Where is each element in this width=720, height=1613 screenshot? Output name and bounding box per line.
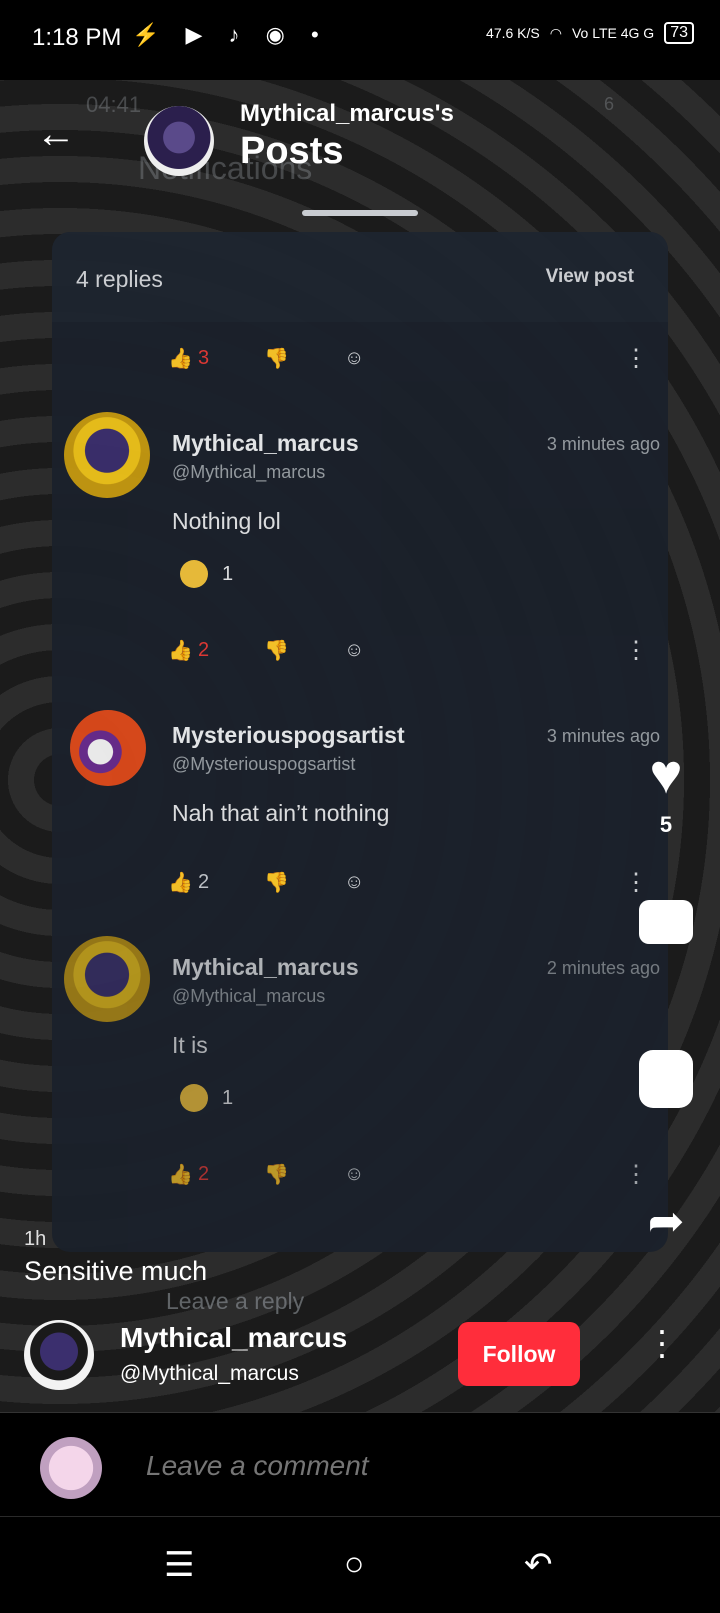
heart-icon[interactable]: ♥ — [636, 746, 696, 802]
replies-header: 4 replies View post — [52, 232, 668, 322]
ghost-badge: 6 — [604, 94, 615, 114]
comment-handle: @Mysteriouspogsartist — [172, 754, 356, 774]
back-icon[interactable]: ↶ — [524, 1545, 553, 1585]
avatar[interactable] — [24, 1320, 94, 1390]
notification-icons: ⚡ ▶ ♪ ◉ • — [132, 22, 329, 47]
back-arrow-icon[interactable]: ← — [36, 112, 76, 157]
wifi-icon: ◠ — [549, 24, 562, 41]
add-reaction-icon[interactable]: ☺ — [344, 639, 394, 662]
thumbs-up-icon[interactable]: 👍 — [168, 870, 198, 895]
avatar[interactable] — [144, 106, 214, 176]
more-vertical-icon[interactable]: · · · — [652, 1312, 672, 1372]
more-vertical-icon[interactable]: ⋮ — [624, 1160, 648, 1189]
upvote-count: 3 — [198, 346, 210, 369]
carrier-info: Vo LTE 4G G — [571, 25, 655, 41]
comment-handle: @Mythical_marcus — [172, 462, 326, 482]
avatar[interactable] — [64, 412, 150, 498]
status-right: 47.6 K/S ◠ Vo LTE 4G G 73 — [486, 22, 694, 44]
avatar[interactable] — [70, 710, 146, 786]
reply-input[interactable]: Leave a reply — [166, 1288, 304, 1315]
reaction-count: 1 — [222, 562, 234, 585]
comment-text: Nothing lol — [172, 508, 281, 534]
comment-author[interactable]: Mysteriouspogsartist — [172, 722, 405, 749]
home-icon[interactable]: ○ — [344, 1545, 365, 1584]
share-icon[interactable]: ➦ — [636, 1196, 696, 1247]
comment-author[interactable]: Mythical_marcus — [172, 430, 359, 457]
status-bar: 1:18 PM ⚡ ▶ ♪ ◉ • 47.6 K/S ◠ Vo LTE 4G G… — [0, 0, 720, 80]
comment-bubble-icon[interactable] — [639, 900, 693, 944]
comment-author[interactable]: Mythical_marcus — [172, 954, 359, 981]
more-vertical-icon[interactable]: ⋮ — [624, 868, 648, 897]
like-action[interactable]: ♥ 5 — [636, 746, 696, 838]
comment-time: 3 minutes ago — [546, 434, 660, 454]
add-reaction-icon[interactable]: ☺ — [344, 347, 394, 370]
thumbs-down-icon[interactable]: 👎 — [264, 346, 344, 371]
thumbs-down-icon[interactable]: 👎 — [264, 638, 344, 663]
more-vertical-icon[interactable]: ⋮ — [624, 636, 648, 665]
thinking-emoji-icon — [180, 560, 208, 588]
replies-count: 4 replies — [76, 266, 163, 292]
view-post-button[interactable]: View post — [546, 266, 634, 288]
reaction-chip[interactable]: 1 — [180, 560, 233, 588]
action-row: 👍 3 👎 ☺ ⋮ — [168, 338, 648, 378]
page-title-owner: Mythical_marcus's — [240, 100, 454, 127]
upvote-count: 2 — [198, 638, 210, 661]
comment-bar — [0, 1412, 720, 1517]
add-reaction-icon[interactable]: ☺ — [344, 1163, 394, 1186]
replies-panel: 4 replies View post 👍 3 👎 ☺ ⋮ Mythical_m… — [52, 232, 668, 1252]
more-vertical-icon[interactable]: ⋮ — [624, 344, 648, 373]
page-header: 04:41 Notifications 6 ← Mythical_marcus'… — [0, 90, 720, 190]
reaction-count: 1 — [222, 1086, 234, 1109]
sheet-drag-handle[interactable] — [302, 210, 418, 216]
repost-icon[interactable] — [639, 1050, 693, 1108]
thumbs-up-icon[interactable]: 👍 — [168, 638, 198, 663]
comment-text: It is — [172, 1032, 208, 1058]
status-time: 1:18 PM — [32, 24, 122, 51]
post-time: 1h — [24, 1228, 47, 1250]
comment-action[interactable] — [636, 900, 696, 944]
post-caption: Sensitive much — [24, 1256, 208, 1286]
upvote-count: 2 — [198, 1162, 210, 1185]
avatar — [40, 1437, 102, 1499]
action-row: 👍 2 👎 ☺ ⋮ — [168, 1154, 648, 1194]
system-nav-bar: ☰ ○ ↶ — [0, 1516, 720, 1613]
comment-input[interactable] — [144, 1449, 668, 1483]
follow-button[interactable]: Follow — [458, 1322, 580, 1386]
thumbs-up-icon[interactable]: 👍 — [168, 346, 198, 371]
comment-time: 2 minutes ago — [546, 958, 660, 978]
ghost-time: 04:41 — [86, 92, 142, 117]
page-title: Posts — [240, 130, 344, 172]
comment-handle: @Mythical_marcus — [172, 986, 326, 1006]
add-reaction-icon[interactable]: ☺ — [344, 871, 394, 894]
author-handle: @Mythical_marcus — [120, 1362, 299, 1385]
author-name[interactable]: Mythical_marcus — [120, 1322, 347, 1354]
comment-time: 3 minutes ago — [546, 726, 660, 746]
like-count: 5 — [659, 812, 673, 837]
reaction-chip[interactable]: 1 — [180, 1084, 233, 1112]
thumbs-up-icon[interactable]: 👍 — [168, 1162, 198, 1187]
repost-action[interactable] — [636, 1050, 696, 1108]
action-row: 👍 2 👎 ☺ ⋮ — [168, 630, 648, 670]
thumbs-down-icon[interactable]: 👎 — [264, 1162, 344, 1187]
battery-level: 73 — [664, 22, 694, 44]
recents-icon[interactable]: ☰ — [164, 1545, 194, 1585]
net-speed: 47.6 K/S — [486, 25, 540, 41]
upvote-count: 2 — [198, 870, 210, 893]
avatar[interactable] — [64, 936, 150, 1022]
thumbs-down-icon[interactable]: 👎 — [264, 870, 344, 895]
thinking-emoji-icon — [180, 1084, 208, 1112]
comment-text: Nah that ain’t nothing — [172, 800, 390, 826]
action-row: 👍 2 👎 ☺ ⋮ — [168, 862, 648, 902]
